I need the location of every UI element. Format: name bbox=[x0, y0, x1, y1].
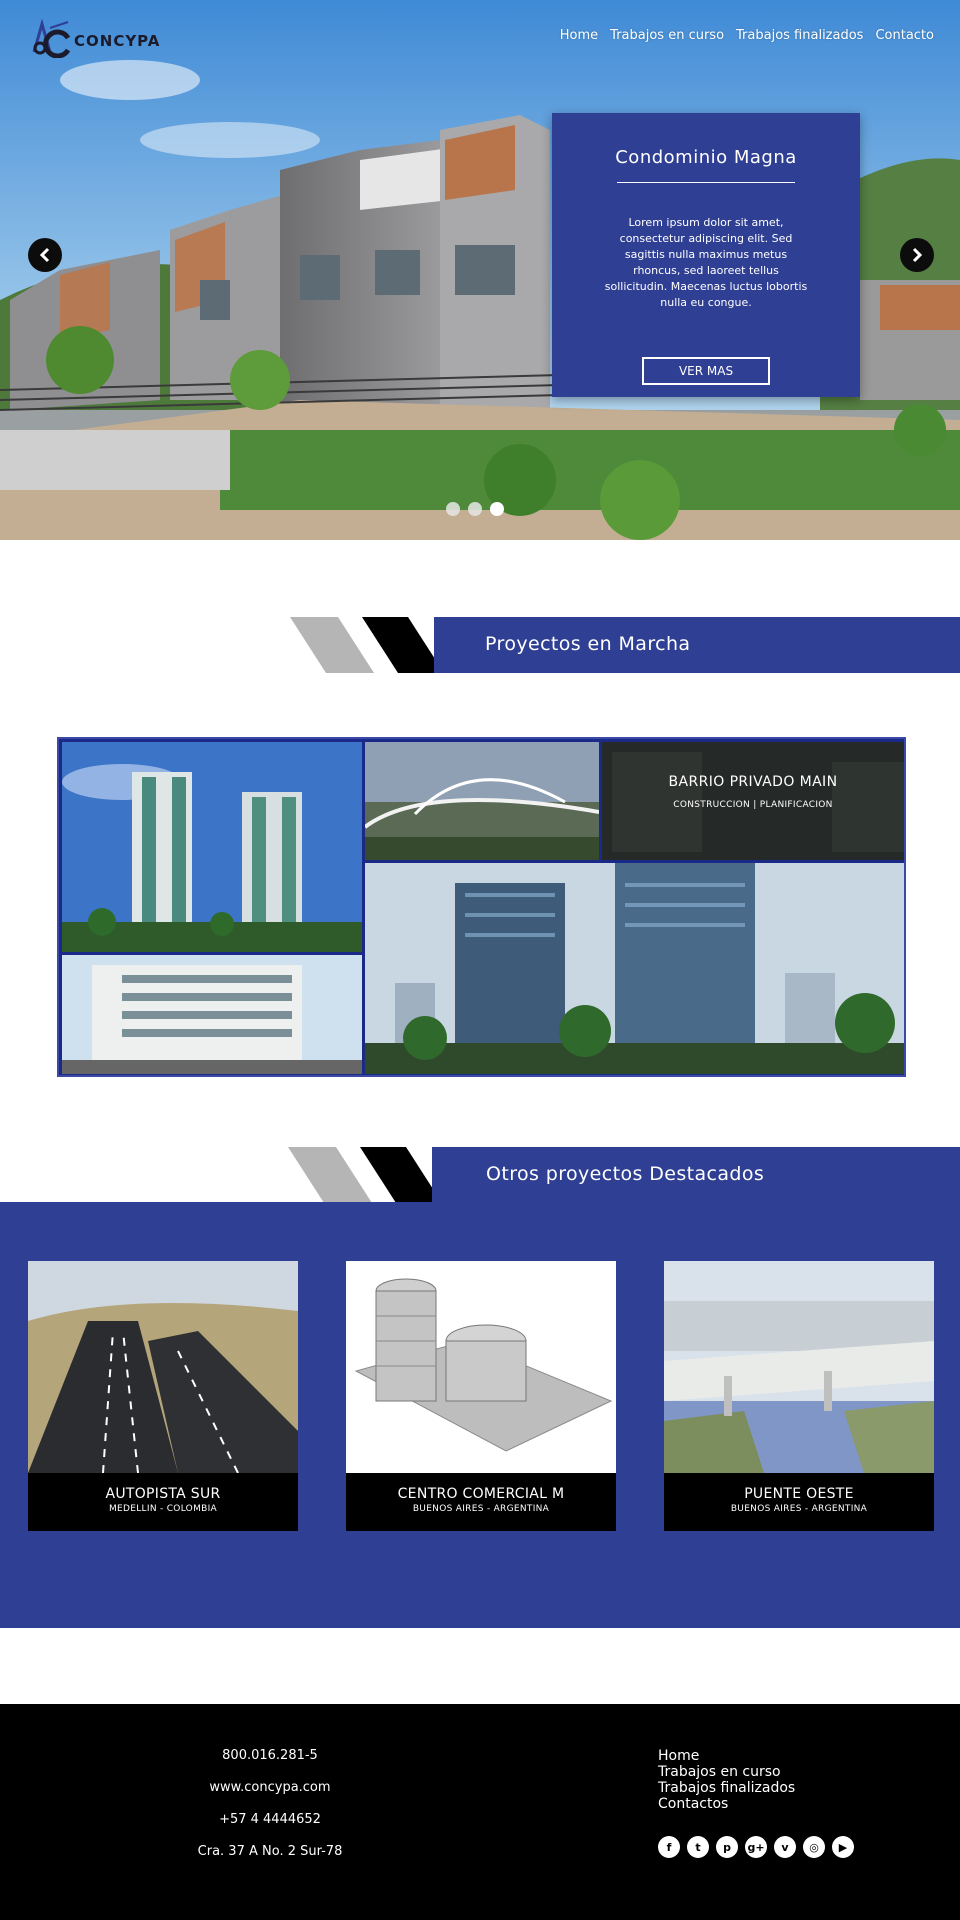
projects-grid: BARRIO PRIVADO MAIN CONSTRUCCION | PLANI… bbox=[57, 737, 906, 1077]
project-image bbox=[62, 955, 362, 1074]
vimeo-icon[interactable]: v bbox=[774, 1836, 796, 1858]
card-image bbox=[28, 1261, 298, 1473]
facebook-icon[interactable]: f bbox=[658, 1836, 680, 1858]
featured-subtitle: CONSTRUCCION | PLANIFICACION bbox=[673, 800, 833, 810]
footer-nav-trabajos-finalizados[interactable]: Trabajos finalizados bbox=[658, 1780, 795, 1796]
nav-trabajos-en-curso[interactable]: Trabajos en curso bbox=[610, 28, 724, 43]
card-title: PUENTE OESTE bbox=[744, 1486, 854, 1502]
pinterest-icon[interactable]: p bbox=[716, 1836, 738, 1858]
card-subtitle: MEDELLIN - COLOMBIA bbox=[108, 1504, 218, 1514]
ver-mas-button[interactable]: VER MAS bbox=[642, 357, 770, 385]
card-image bbox=[664, 1261, 934, 1473]
social-links: f t p g+ v ◎ ▶ bbox=[658, 1836, 854, 1858]
mall-model-image bbox=[346, 1261, 616, 1473]
card-title: AUTOPISTA SUR bbox=[105, 1486, 221, 1502]
featured-title: BARRIO PRIVADO MAIN bbox=[668, 774, 838, 790]
main-nav: Home Trabajos en curso Trabajos finaliza… bbox=[560, 28, 934, 43]
project-image bbox=[62, 742, 362, 952]
other-projects: AUTOPISTA SUR MEDELLIN - COLOMBIA CENTRO… bbox=[0, 1202, 960, 1628]
footer-nav: Home Trabajos en curso Trabajos finaliza… bbox=[658, 1748, 795, 1812]
twitter-icon[interactable]: t bbox=[687, 1836, 709, 1858]
slider-dot-2[interactable] bbox=[468, 502, 482, 516]
logo-mark-icon bbox=[32, 18, 71, 58]
hero-title: Condominio Magna bbox=[615, 147, 797, 168]
youtube-icon[interactable]: ▶ bbox=[832, 1836, 854, 1858]
hero-promo-card: Condominio Magna Lorem ipsum dolor sit a… bbox=[552, 113, 860, 397]
section-title-others: Otros proyectos Destacados bbox=[486, 1163, 765, 1185]
slider-next-button[interactable] bbox=[900, 238, 934, 272]
contact-phone-1: 800.016.281-5 bbox=[222, 1748, 318, 1763]
chevron-right-icon bbox=[912, 247, 923, 263]
contact-address: Cra. 37 A No. 2 Sur-78 bbox=[197, 1844, 343, 1859]
project-image bbox=[365, 742, 599, 860]
highway-image bbox=[28, 1261, 298, 1473]
project-image bbox=[365, 863, 904, 1074]
hero-divider bbox=[617, 182, 795, 183]
footer-nav-home[interactable]: Home bbox=[658, 1748, 795, 1764]
project-tile-featured[interactable]: BARRIO PRIVADO MAIN CONSTRUCCION | PLANI… bbox=[602, 742, 904, 860]
card-image bbox=[346, 1261, 616, 1473]
section-header-others: Otros proyectos Destacados bbox=[288, 1147, 960, 1203]
chevron-left-icon bbox=[39, 247, 50, 263]
project-tile-towers[interactable] bbox=[62, 742, 362, 952]
logo-text: CONCYPA bbox=[74, 32, 161, 50]
instagram-icon[interactable]: ◎ bbox=[803, 1836, 825, 1858]
slider-dots bbox=[446, 502, 504, 516]
section-title-running: Proyectos en Marcha bbox=[485, 633, 691, 655]
contact-website[interactable]: www.concypa.com bbox=[160, 1780, 380, 1796]
hero-text: Lorem ipsum dolor sit amet, consectetur … bbox=[604, 216, 808, 309]
nav-trabajos-finalizados[interactable]: Trabajos finalizados bbox=[736, 28, 863, 43]
card-title: CENTRO COMERCIAL M bbox=[397, 1486, 565, 1502]
slider-dot-1[interactable] bbox=[446, 502, 460, 516]
project-card-autopista[interactable]: AUTOPISTA SUR MEDELLIN - COLOMBIA bbox=[28, 1261, 298, 1531]
bridge-render-image bbox=[664, 1261, 934, 1473]
project-card-puente-oeste[interactable]: PUENTE OESTE BUENOS AIRES - ARGENTINA bbox=[664, 1261, 934, 1531]
google-plus-icon[interactable]: g+ bbox=[745, 1836, 767, 1858]
card-subtitle: BUENOS AIRES - ARGENTINA bbox=[412, 1504, 550, 1514]
contact-phone-2: +57 4 4444652 bbox=[219, 1812, 321, 1827]
nav-contacto[interactable]: Contacto bbox=[875, 28, 934, 43]
card-subtitle: BUENOS AIRES - ARGENTINA bbox=[730, 1504, 868, 1514]
project-tile-bridge[interactable] bbox=[365, 742, 599, 860]
project-card-centro-comercial[interactable]: CENTRO COMERCIAL M BUENOS AIRES - ARGENT… bbox=[346, 1261, 616, 1531]
footer-contact: 800.016.281-5 www.concypa.com +57 4 4444… bbox=[160, 1748, 380, 1876]
footer-nav-trabajos-en-curso[interactable]: Trabajos en curso bbox=[658, 1764, 795, 1780]
logo[interactable]: CONCYPA bbox=[28, 18, 160, 58]
slider-dot-3[interactable] bbox=[490, 502, 504, 516]
featured-overlay: BARRIO PRIVADO MAIN CONSTRUCCION | PLANI… bbox=[602, 774, 904, 810]
slider-prev-button[interactable] bbox=[28, 238, 62, 272]
footer-nav-contactos[interactable]: Contactos bbox=[658, 1796, 795, 1812]
project-tile-building[interactable] bbox=[62, 955, 362, 1074]
footer: 800.016.281-5 www.concypa.com +57 4 4444… bbox=[0, 1704, 960, 1920]
nav-home[interactable]: Home bbox=[560, 28, 598, 43]
project-tile-skyline[interactable] bbox=[365, 863, 904, 1074]
hero-slider: CONCYPA Home Trabajos en curso Trabajos … bbox=[0, 0, 960, 540]
section-header-running: Proyectos en Marcha bbox=[290, 617, 960, 673]
